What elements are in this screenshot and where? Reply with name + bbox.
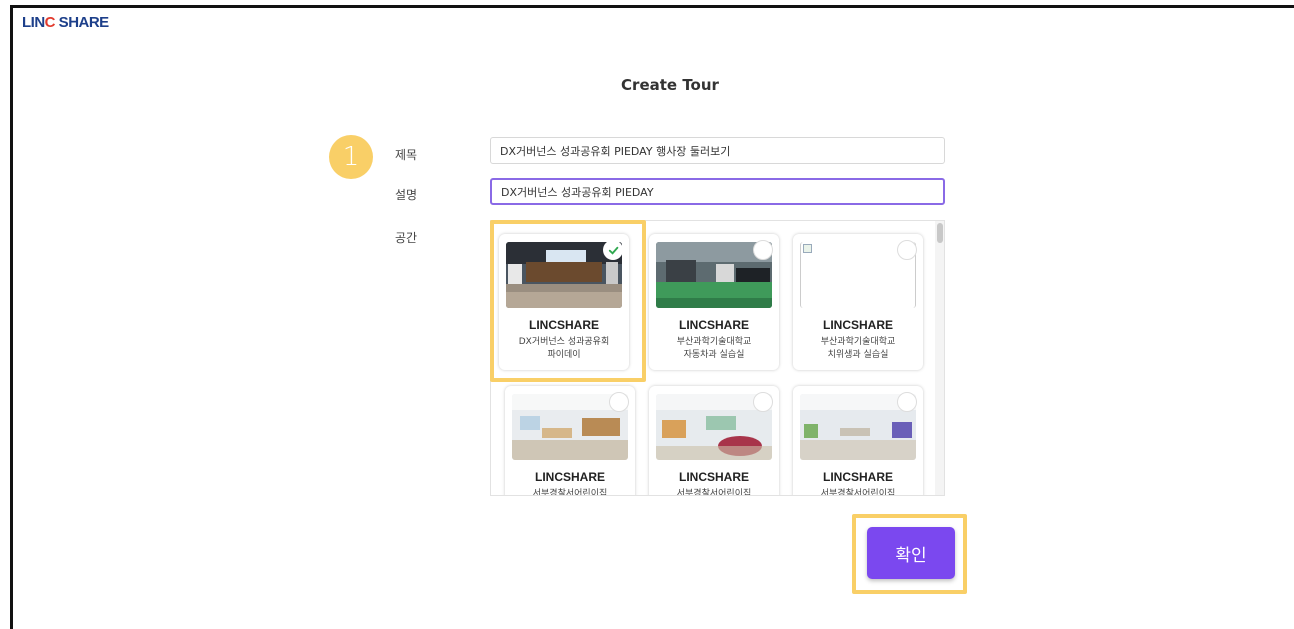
space-description-line: 치위생과 실습실: [827, 350, 889, 360]
space-description: 부산과학기술대학교 자동차과 실습실: [655, 336, 773, 362]
logo-text-share: SHARE: [55, 14, 110, 31]
space-description: 부산과학기술대학교 치위생과 실습실: [799, 336, 917, 362]
unselected-check-icon[interactable]: [753, 240, 773, 260]
space-description-line: 부산과학기술대학교: [820, 337, 896, 347]
space-description-line: 서부경찰서어린이집: [676, 489, 752, 496]
space-card[interactable]: LINCSHARE 부산과학기술대학교 치위생과 실습실: [793, 234, 923, 370]
space-description-line: DX거버넌스 성과공유회: [518, 337, 610, 347]
unselected-check-icon[interactable]: [897, 392, 917, 412]
space-description-line: 파이데이: [547, 350, 581, 360]
space-card-list[interactable]: LINCSHARE DX거버넌스 성과공유회 파이데이 LINCSHARE 부산…: [490, 220, 945, 496]
space-name: LINCSHARE: [822, 318, 893, 332]
selected-check-icon[interactable]: [603, 240, 623, 260]
space-name: LINCSHARE: [534, 470, 605, 484]
scrollbar-thumb[interactable]: [937, 223, 943, 243]
description-input[interactable]: [490, 178, 945, 205]
title-label: 제목: [395, 148, 418, 162]
lincshare-logo[interactable]: LINC SHARE: [22, 14, 109, 31]
broken-image-icon: [803, 244, 812, 253]
space-name: LINCSHARE: [678, 318, 749, 332]
space-name: LINCSHARE: [822, 470, 893, 484]
space-description-line: 서부경찰서어린이집: [820, 489, 896, 496]
unselected-check-icon[interactable]: [897, 240, 917, 260]
step-badge: 1: [329, 135, 373, 179]
space-name: LINCSHARE: [678, 470, 749, 484]
scrollbar-track[interactable]: [935, 221, 944, 495]
space-description-line: 부산과학기술대학교: [676, 337, 752, 347]
confirm-button[interactable]: 확인: [867, 527, 955, 579]
space-card[interactable]: LINCSHARE 서부경찰서어린이집: [649, 386, 779, 496]
space-description: 서부경찰서어린이집: [655, 488, 773, 496]
space-card[interactable]: LINCSHARE DX거버넌스 성과공유회 파이데이: [499, 234, 629, 370]
logo-text-lin: LIN: [22, 14, 45, 31]
space-description: DX거버넌스 성과공유회 파이데이: [505, 336, 623, 362]
space-description-line: 자동차과 실습실: [683, 350, 745, 360]
unselected-check-icon[interactable]: [609, 392, 629, 412]
space-label: 공간: [395, 231, 418, 245]
space-description-line: 서부경찰서어린이집: [532, 489, 608, 496]
space-description: 서부경찰서어린이집: [511, 488, 629, 496]
title-input[interactable]: [490, 137, 945, 164]
space-description: 서부경찰서어린이집: [799, 488, 917, 496]
space-card[interactable]: LINCSHARE 서부경찰서어린이집: [505, 386, 635, 496]
unselected-check-icon[interactable]: [753, 392, 773, 412]
space-card[interactable]: LINCSHARE 부산과학기술대학교 자동차과 실습실: [649, 234, 779, 370]
space-name: LINCSHARE: [528, 318, 599, 332]
logo-text-c: C: [44, 14, 56, 31]
space-card[interactable]: LINCSHARE 서부경찰서어린이집: [793, 386, 923, 496]
page-title: Create Tour: [621, 76, 719, 94]
description-label: 설명: [395, 188, 418, 202]
